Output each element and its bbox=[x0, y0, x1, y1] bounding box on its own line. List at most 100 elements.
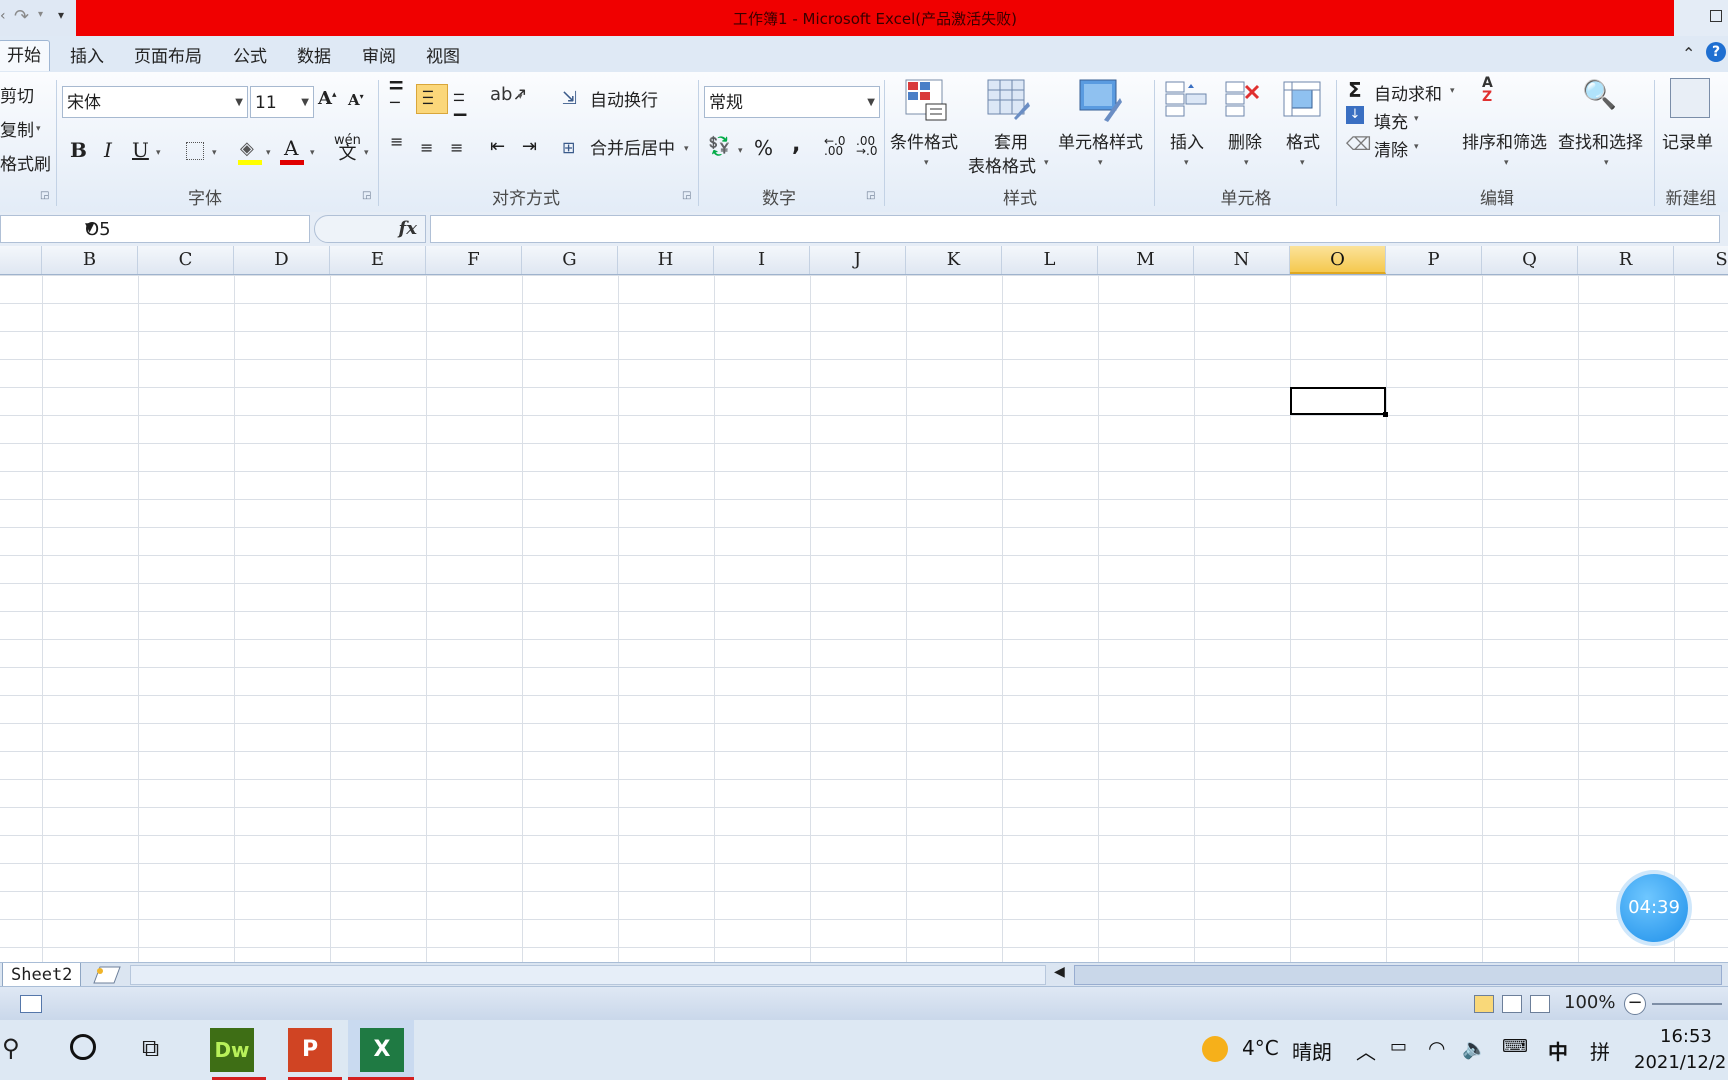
align-left-icon[interactable]: ≡ bbox=[390, 134, 403, 150]
underline-button[interactable]: U bbox=[132, 138, 149, 162]
wifi-icon[interactable]: ◠ bbox=[1428, 1036, 1445, 1060]
ime-mode[interactable]: 拼 bbox=[1590, 1036, 1610, 1065]
underline-dropdown-icon[interactable]: ▾ bbox=[156, 148, 161, 158]
delete-cells-dropdown-icon[interactable]: ▾ bbox=[1244, 158, 1249, 168]
clear-button[interactable]: 清除 bbox=[1374, 136, 1408, 161]
weather-sun-icon[interactable] bbox=[1202, 1036, 1228, 1062]
column-header[interactable]: F bbox=[426, 246, 522, 274]
sheet-tab[interactable]: Sheet2 bbox=[2, 963, 82, 988]
column-header[interactable]: N bbox=[1194, 246, 1290, 274]
tab-insert[interactable]: 插入 bbox=[62, 42, 112, 72]
conditional-formatting-button[interactable]: 条件格式 bbox=[890, 128, 958, 153]
minimize-ribbon-icon[interactable]: ⌃ bbox=[1682, 44, 1695, 63]
show-hidden-icons-icon[interactable]: ︿ bbox=[1356, 1036, 1376, 1065]
column-header[interactable]: Q bbox=[1482, 246, 1578, 274]
clipboard-launcher-icon[interactable]: ◲ bbox=[40, 190, 49, 201]
tab-home[interactable]: 开始 bbox=[0, 40, 50, 71]
sort-filter-dropdown-icon[interactable]: ▾ bbox=[1504, 158, 1509, 168]
fill-color-icon[interactable]: ◈ bbox=[240, 138, 254, 159]
page-break-view-icon[interactable] bbox=[1530, 995, 1550, 1013]
redo-dropdown-icon[interactable]: ▾ bbox=[38, 9, 43, 20]
insert-cells-button[interactable]: 插入 bbox=[1170, 128, 1204, 153]
column-header[interactable]: M bbox=[1098, 246, 1194, 274]
decrease-decimal-icon[interactable]: .00 →.0 bbox=[856, 135, 878, 157]
orientation-dropdown-icon[interactable]: ▾ bbox=[518, 92, 523, 102]
volume-icon[interactable]: 🔈 bbox=[1462, 1036, 1487, 1060]
merge-dropdown-icon[interactable]: ▾ bbox=[684, 144, 689, 154]
merge-center-button[interactable]: 合并后居中 bbox=[590, 134, 675, 159]
font-color-dropdown-icon[interactable]: ▾ bbox=[310, 148, 315, 158]
column-header[interactable]: I bbox=[714, 246, 810, 274]
column-header[interactable]: E bbox=[330, 246, 426, 274]
column-header[interactable]: H bbox=[618, 246, 714, 274]
percent-button[interactable]: % bbox=[754, 136, 773, 160]
tab-data[interactable]: 数据 bbox=[289, 42, 339, 72]
number-format-combo[interactable]: 常规 ▼ bbox=[704, 86, 880, 118]
active-cell[interactable] bbox=[1290, 387, 1388, 417]
column-header[interactable]: K bbox=[906, 246, 1002, 274]
decrease-indent-icon[interactable]: ⇤ bbox=[490, 136, 505, 157]
tab-view[interactable]: 视图 bbox=[418, 42, 468, 72]
column-header[interactable]: O bbox=[1290, 246, 1386, 274]
italic-button[interactable]: I bbox=[104, 138, 112, 162]
undo-arrow-icon[interactable]: ‹ bbox=[0, 8, 6, 24]
align-right-icon[interactable]: ≡ bbox=[450, 138, 463, 157]
cut-button[interactable]: 剪切 bbox=[0, 82, 34, 107]
find-select-dropdown-icon[interactable]: ▾ bbox=[1604, 158, 1609, 168]
comma-button[interactable]: , bbox=[792, 132, 800, 157]
font-launcher-icon[interactable]: ◲ bbox=[362, 190, 371, 201]
accounting-format-icon[interactable]: 💱 bbox=[708, 136, 730, 157]
phonetic-guide-icon[interactable]: wén 文 bbox=[334, 134, 361, 163]
font-name-combo[interactable]: 宋体 ▼ bbox=[62, 86, 248, 118]
column-header[interactable]: C bbox=[138, 246, 234, 274]
format-painter-button[interactable]: 格式刷 bbox=[0, 150, 51, 175]
tab-formulas[interactable]: 公式 bbox=[225, 42, 275, 72]
cell-styles-button[interactable]: 单元格样式 bbox=[1058, 128, 1143, 153]
column-header[interactable]: J bbox=[810, 246, 906, 274]
fill-dropdown-icon[interactable]: ▾ bbox=[1414, 114, 1419, 124]
font-size-combo[interactable]: 11 ▼ bbox=[250, 86, 314, 118]
select-all-corner[interactable] bbox=[0, 246, 42, 274]
weather-condition[interactable]: 晴朗 bbox=[1292, 1036, 1332, 1065]
help-icon[interactable]: ? bbox=[1706, 42, 1726, 62]
redo-icon[interactable]: ↷ bbox=[14, 6, 29, 27]
format-cells-dropdown-icon[interactable]: ▾ bbox=[1300, 158, 1305, 168]
zoom-slider[interactable] bbox=[1652, 1003, 1722, 1005]
align-top-icon[interactable]: ▔ ▔ ─ bbox=[390, 83, 402, 111]
clear-dropdown-icon[interactable]: ▾ bbox=[1414, 142, 1419, 152]
autosum-dropdown-icon[interactable]: ▾ bbox=[1450, 86, 1455, 96]
font-color-icon[interactable]: A bbox=[284, 136, 298, 160]
borders-dropdown-icon[interactable]: ▾ bbox=[212, 148, 217, 158]
record-form-button[interactable]: 记录单 bbox=[1662, 128, 1713, 153]
autosum-button[interactable]: 自动求和 bbox=[1374, 80, 1442, 105]
conditional-dropdown-icon[interactable]: ▾ bbox=[924, 158, 929, 168]
fill-color-dropdown-icon[interactable]: ▾ bbox=[266, 148, 271, 158]
weather-temperature[interactable]: 4°C bbox=[1242, 1036, 1279, 1060]
clock-time[interactable]: 16:53 bbox=[1660, 1026, 1712, 1047]
insert-cells-dropdown-icon[interactable]: ▾ bbox=[1184, 158, 1189, 168]
align-bottom-icon[interactable]: ─ ─ ▁ bbox=[454, 87, 466, 115]
column-header[interactable]: P bbox=[1386, 246, 1482, 274]
fill-button[interactable]: 填充 bbox=[1374, 108, 1408, 133]
name-box[interactable]: O5 ▼ bbox=[0, 215, 310, 243]
zoom-level[interactable]: 100% bbox=[1564, 992, 1615, 1013]
column-header[interactable]: D bbox=[234, 246, 330, 274]
cortana-icon[interactable] bbox=[70, 1034, 96, 1060]
increase-decimal-icon[interactable]: ←.0.00 bbox=[824, 135, 846, 157]
zoom-out-icon[interactable]: − bbox=[1624, 993, 1646, 1015]
normal-view-icon[interactable] bbox=[1474, 995, 1494, 1013]
scroll-left-icon[interactable]: ◀ bbox=[1054, 964, 1065, 980]
grow-font-icon[interactable]: A▴ bbox=[318, 88, 337, 109]
clock-date[interactable]: 2021/12/2 bbox=[1634, 1052, 1726, 1073]
accounting-dropdown-icon[interactable]: ▾ bbox=[738, 146, 743, 156]
format-table-dropdown-icon[interactable]: ▾ bbox=[1044, 158, 1049, 168]
insert-function-icon[interactable]: fx bbox=[399, 218, 417, 239]
sort-filter-button[interactable]: 排序和筛选 bbox=[1462, 128, 1547, 153]
copy-button[interactable]: 复制 bbox=[0, 116, 34, 141]
ime-language[interactable]: 中 bbox=[1548, 1036, 1568, 1065]
recording-timer[interactable]: 04:39 bbox=[1620, 874, 1688, 942]
formula-input[interactable] bbox=[430, 215, 1720, 243]
excel-app-icon[interactable]: X bbox=[360, 1028, 404, 1072]
task-view-icon[interactable]: ⧉ bbox=[142, 1034, 159, 1062]
format-as-table-label-2[interactable]: 表格格式 bbox=[968, 152, 1036, 177]
